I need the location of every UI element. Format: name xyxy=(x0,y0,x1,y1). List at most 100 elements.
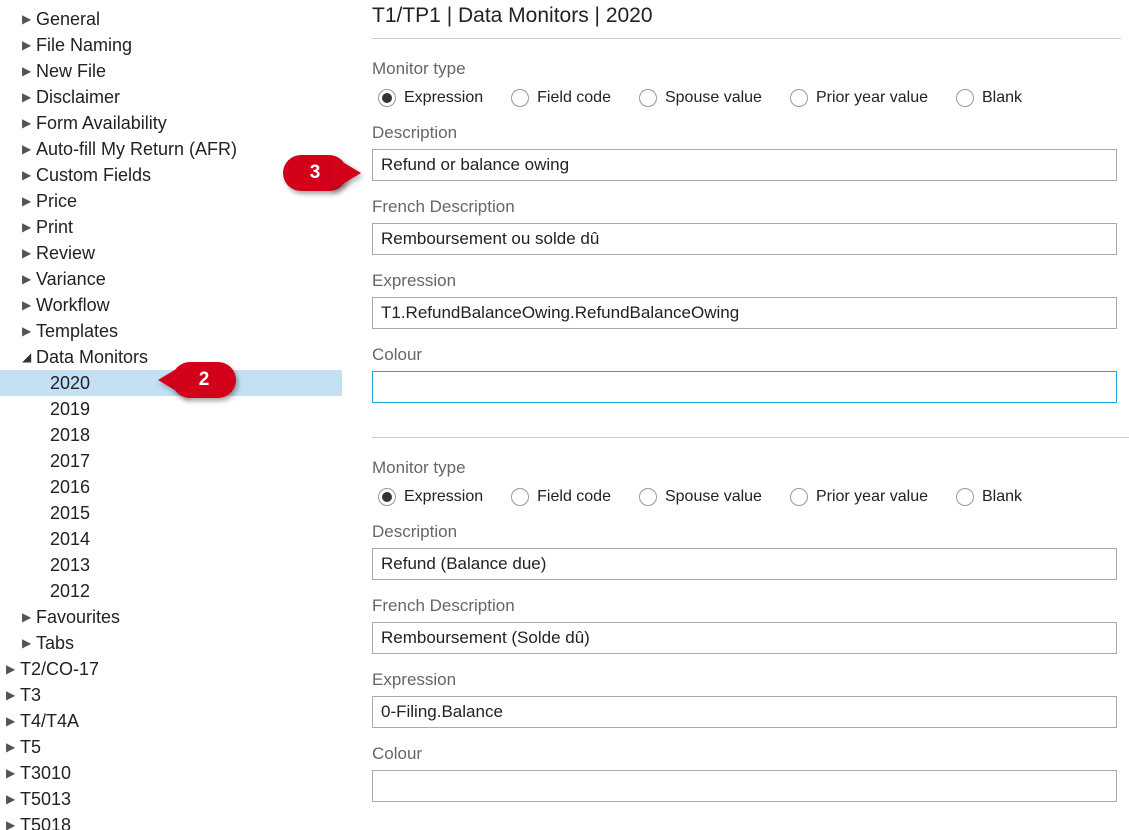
callout-3: 3 xyxy=(283,155,361,191)
tree-item-general[interactable]: ▶General xyxy=(0,6,342,32)
caret-right-icon: ▶ xyxy=(22,64,36,78)
expression-input[interactable] xyxy=(372,696,1117,728)
description-label: Description xyxy=(372,123,1121,143)
expression-label: Expression xyxy=(372,670,1121,690)
caret-right-icon: ▶ xyxy=(6,766,20,780)
tree-item-form-availability[interactable]: ▶Form Availability xyxy=(0,110,342,136)
french-description-input[interactable] xyxy=(372,223,1117,255)
tree-item-label: 2012 xyxy=(50,581,90,602)
tree-item-year-2013[interactable]: 2013 xyxy=(0,552,342,578)
colour-label: Colour xyxy=(372,744,1121,764)
caret-right-icon: ▶ xyxy=(22,90,36,104)
tree-item-year-2019[interactable]: 2019 xyxy=(0,396,342,422)
radio-label: Expression xyxy=(404,89,483,107)
caret-right-icon: ▶ xyxy=(6,688,20,702)
radio-label: Expression xyxy=(404,488,483,506)
radio-field-code[interactable]: Field code xyxy=(511,488,611,506)
caret-right-icon: ▶ xyxy=(6,792,20,806)
tree-item-label: 2018 xyxy=(50,425,90,446)
caret-right-icon: ▶ xyxy=(22,636,36,650)
tree-item-year-2012[interactable]: 2012 xyxy=(0,578,342,604)
caret-right-icon: ▶ xyxy=(6,740,20,754)
radio-blank[interactable]: Blank xyxy=(956,488,1022,506)
tree-item-year-2014[interactable]: 2014 xyxy=(0,526,342,552)
sidebar: ▶General ▶File Naming ▶New File ▶Disclai… xyxy=(0,0,342,830)
tree-item-t5018[interactable]: ▶T5018 xyxy=(0,812,342,830)
monitor-form-2: Monitor type Expression Field code Spous… xyxy=(372,438,1129,830)
radio-label: Field code xyxy=(537,89,611,107)
tree-item-year-2018[interactable]: 2018 xyxy=(0,422,342,448)
callout-number: 2 xyxy=(199,369,210,391)
description-input[interactable] xyxy=(372,548,1117,580)
tree-item-label: 2013 xyxy=(50,555,90,576)
french-description-label: French Description xyxy=(372,197,1121,217)
tree-item-year-2017[interactable]: 2017 xyxy=(0,448,342,474)
tree-item-label: File Naming xyxy=(36,35,132,56)
tree-item-new-file[interactable]: ▶New File xyxy=(0,58,342,84)
tree-item-tabs[interactable]: ▶Tabs xyxy=(0,630,342,656)
tree-item-label: T5018 xyxy=(20,815,71,830)
tree-item-label: Form Availability xyxy=(36,113,167,134)
radio-icon xyxy=(639,488,657,506)
tree-item-label: Disclaimer xyxy=(36,87,120,108)
radio-expression[interactable]: Expression xyxy=(378,89,483,107)
radio-icon xyxy=(511,89,529,107)
tree-item-label: 2016 xyxy=(50,477,90,498)
tree-item-year-2015[interactable]: 2015 xyxy=(0,500,342,526)
tree-item-t3[interactable]: ▶T3 xyxy=(0,682,342,708)
expression-input[interactable] xyxy=(372,297,1117,329)
tree-item-label: T4/T4A xyxy=(20,711,79,732)
french-description-input[interactable] xyxy=(372,622,1117,654)
tree-item-templates[interactable]: ▶Templates xyxy=(0,318,342,344)
caret-right-icon: ▶ xyxy=(22,168,36,182)
tree-item-file-naming[interactable]: ▶File Naming xyxy=(0,32,342,58)
caret-right-icon: ▶ xyxy=(22,610,36,624)
radio-icon xyxy=(639,89,657,107)
tree-item-label: T3 xyxy=(20,685,41,706)
tree-item-year-2016[interactable]: 2016 xyxy=(0,474,342,500)
tree-item-label: 2020 xyxy=(50,373,90,394)
tree-item-t2-co17[interactable]: ▶T2/CO-17 xyxy=(0,656,342,682)
monitor-form-1: Monitor type Expression Field code Spous… xyxy=(372,39,1129,438)
tree-item-price[interactable]: ▶Price xyxy=(0,188,342,214)
caret-right-icon: ▶ xyxy=(22,220,36,234)
caret-right-icon: ▶ xyxy=(6,714,20,728)
tree-item-label: Price xyxy=(36,191,77,212)
tree-item-workflow[interactable]: ▶Workflow xyxy=(0,292,342,318)
radio-prior-year-value[interactable]: Prior year value xyxy=(790,89,928,107)
colour-input[interactable] xyxy=(372,371,1117,403)
caret-right-icon: ▶ xyxy=(22,298,36,312)
radio-spouse-value[interactable]: Spouse value xyxy=(639,89,762,107)
radio-blank[interactable]: Blank xyxy=(956,89,1022,107)
tree-item-variance[interactable]: ▶Variance xyxy=(0,266,342,292)
tree-item-label: T5 xyxy=(20,737,41,758)
tree-item-label: Variance xyxy=(36,269,106,290)
tree-item-review[interactable]: ▶Review xyxy=(0,240,342,266)
tree-item-print[interactable]: ▶Print xyxy=(0,214,342,240)
monitor-type-radios: Expression Field code Spouse value Prior… xyxy=(372,484,1121,522)
tree-item-label: T3010 xyxy=(20,763,71,784)
tree-item-t3010[interactable]: ▶T3010 xyxy=(0,760,342,786)
colour-input[interactable] xyxy=(372,770,1117,802)
tree-item-label: 2014 xyxy=(50,529,90,550)
caret-right-icon: ▶ xyxy=(22,12,36,26)
tree-item-t5[interactable]: ▶T5 xyxy=(0,734,342,760)
monitor-type-label: Monitor type xyxy=(372,458,1121,478)
radio-prior-year-value[interactable]: Prior year value xyxy=(790,488,928,506)
tree-item-t5013[interactable]: ▶T5013 xyxy=(0,786,342,812)
radio-spouse-value[interactable]: Spouse value xyxy=(639,488,762,506)
caret-right-icon: ▶ xyxy=(22,142,36,156)
tree-item-disclaimer[interactable]: ▶Disclaimer xyxy=(0,84,342,110)
caret-right-icon: ▶ xyxy=(6,662,20,676)
radio-expression[interactable]: Expression xyxy=(378,488,483,506)
monitor-type-label: Monitor type xyxy=(372,59,1121,79)
expression-label: Expression xyxy=(372,271,1121,291)
tree-item-favourites[interactable]: ▶Favourites xyxy=(0,604,342,630)
caret-right-icon: ▶ xyxy=(22,272,36,286)
tree-item-label: Data Monitors xyxy=(36,347,148,368)
description-input[interactable] xyxy=(372,149,1117,181)
radio-field-code[interactable]: Field code xyxy=(511,89,611,107)
tree-item-t4-t4a[interactable]: ▶T4/T4A xyxy=(0,708,342,734)
tree-item-label: Review xyxy=(36,243,95,264)
tree-item-label: Print xyxy=(36,217,73,238)
